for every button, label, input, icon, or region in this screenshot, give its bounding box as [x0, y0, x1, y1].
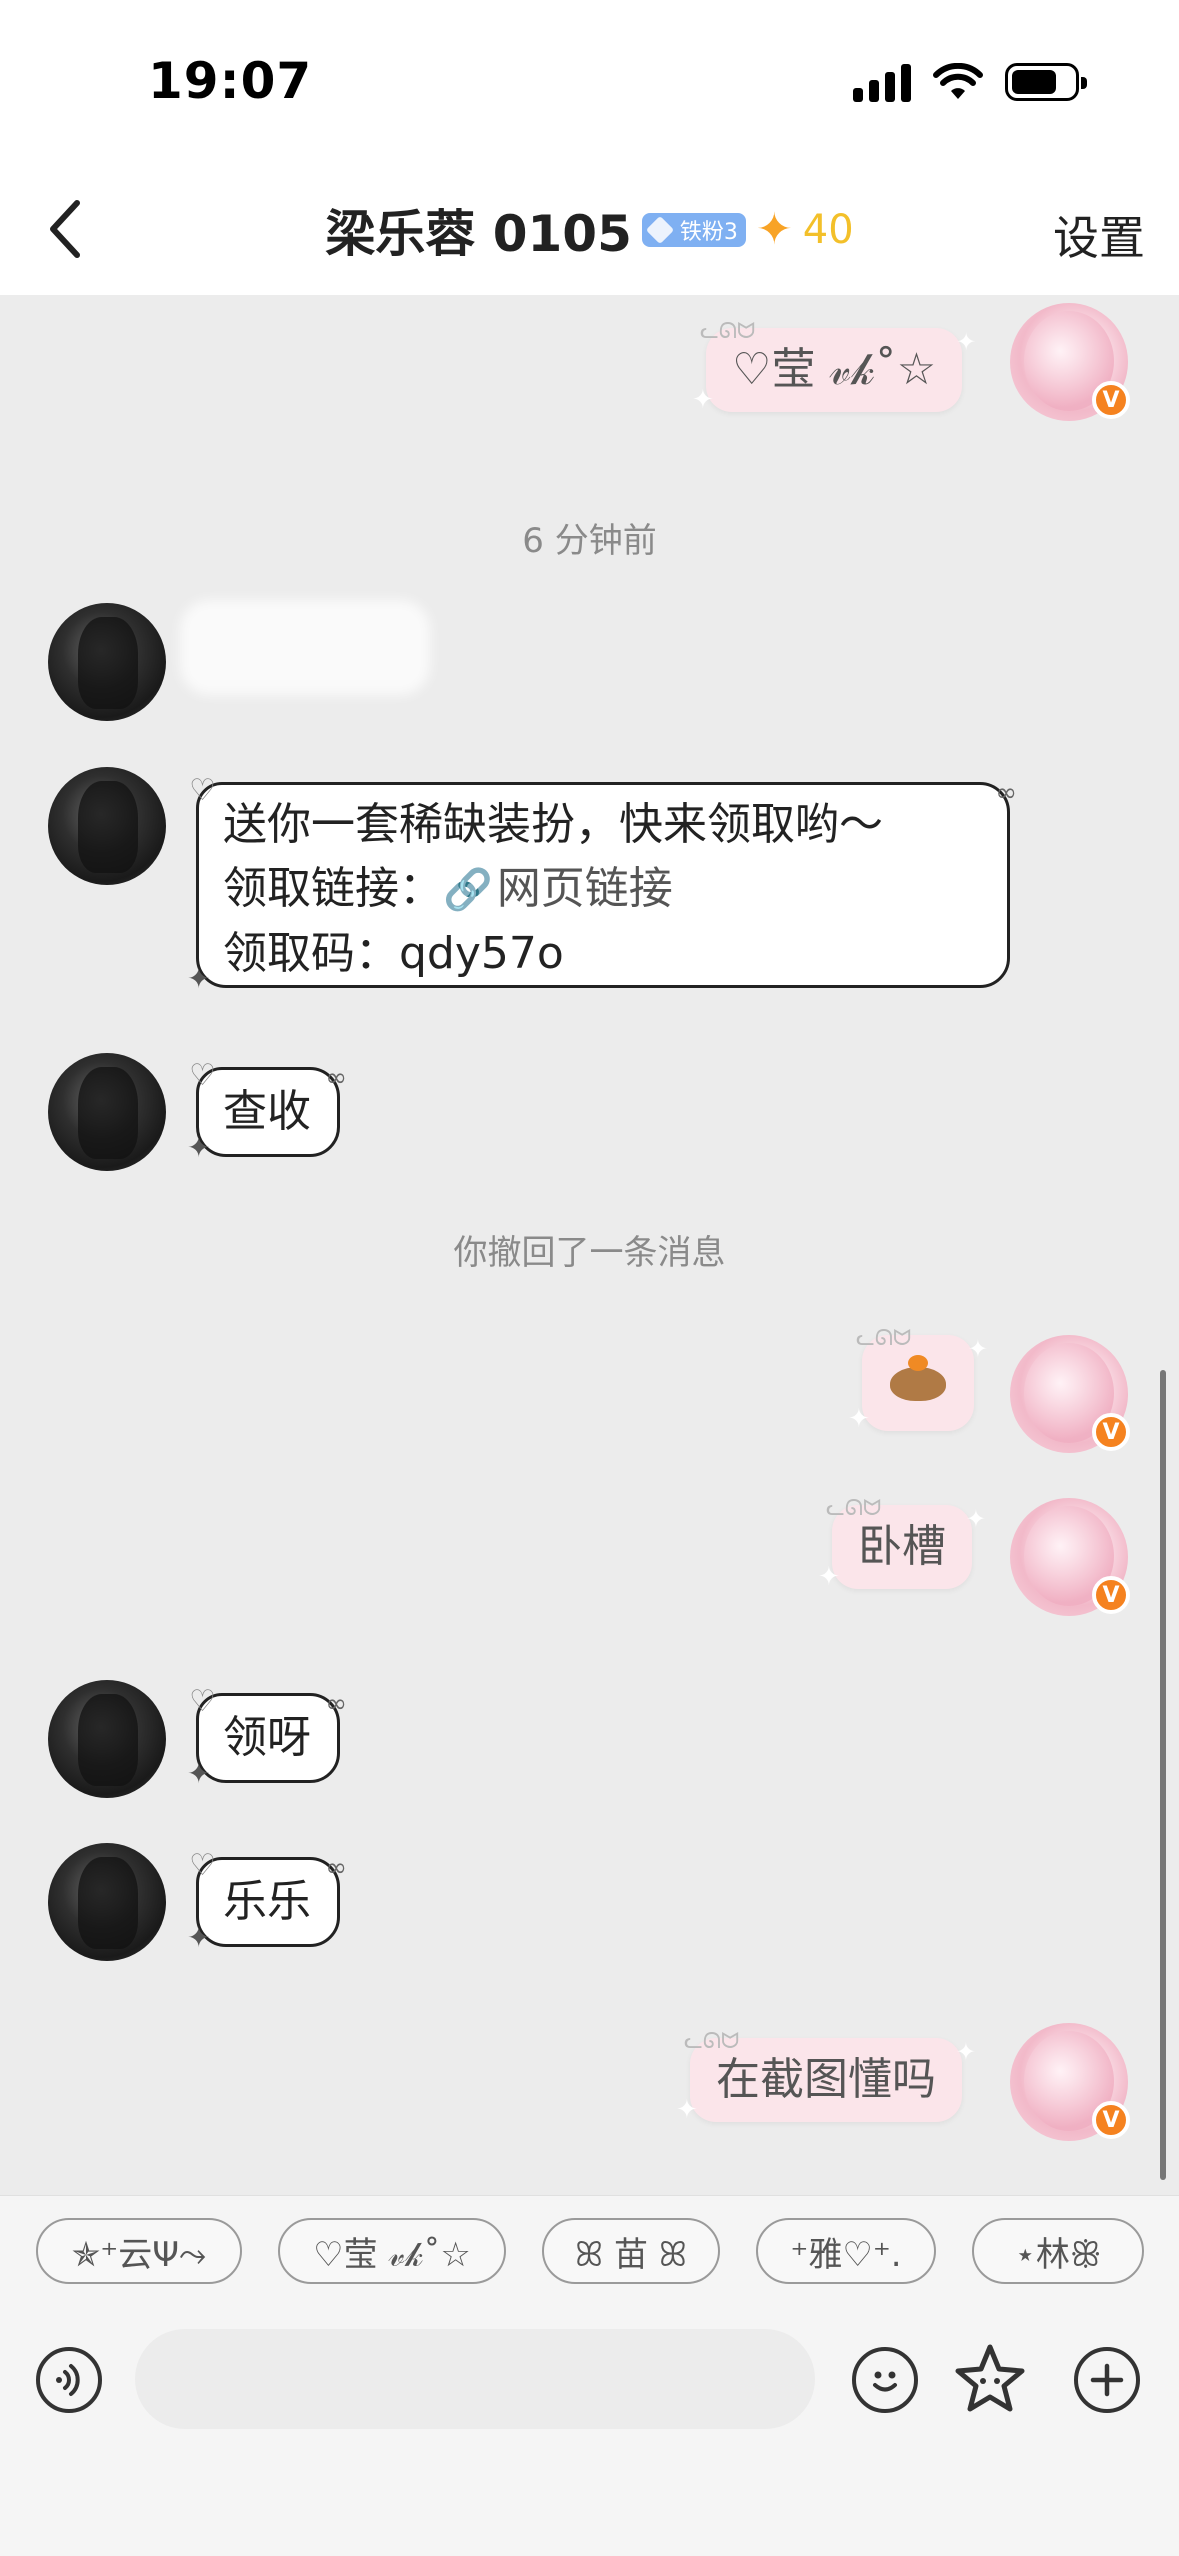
spark-count: 40 — [802, 207, 854, 253]
message-text: 送你一套稀缺装扮，快来领取哟～ — [223, 799, 883, 850]
message-link-line: 领取链接：🔗网页链接 — [223, 857, 981, 922]
message-bubble-received[interactable]: 送你一套稀缺装扮，快来领取哟～ 领取链接：🔗网页链接 领取码：qdy57o ∞ — [187, 759, 1017, 1011]
link-prefix: 领取链接： — [223, 863, 443, 914]
page-title: 梁乐蓉 0105 — [325, 205, 632, 263]
settings-button[interactable]: 设置 — [1053, 202, 1145, 268]
quick-reply-chip[interactable]: ꕤ 苗 ꕤ — [542, 2218, 720, 2284]
message-bubble-received[interactable]: 领呀 ∞ — [187, 1670, 347, 1806]
emoji-button[interactable] — [852, 2347, 918, 2413]
my-avatar[interactable]: V — [1010, 1498, 1130, 1616]
message-text: 领呀 — [223, 1712, 311, 1763]
message-text: 领取码：qdy57o — [223, 928, 564, 979]
header-title-group[interactable]: 梁乐蓉 0105 铁粉3 ✦ 40 — [0, 194, 1179, 266]
voice-icon — [56, 2364, 80, 2396]
contact-avatar[interactable] — [48, 1680, 166, 1798]
battery-icon — [1005, 63, 1087, 101]
spark-icon: ✦ — [755, 204, 793, 255]
fan-level-badge: 铁粉3 — [641, 213, 746, 247]
chat-header: 梁乐蓉 0105 铁粉3 ✦ 40 设置 — [0, 170, 1179, 295]
quick-reply-bar: ✯⁺云Ψ⤳ ♡莹 𝓋𝓀˚☆ ꕤ 苗 ꕤ ⁺雅♡⁺. ⋆林ꕥ — [0, 2195, 1179, 2326]
message-bubble-sent[interactable]: 卧槽 ✦ — [818, 1477, 986, 1609]
capybara-sticker-icon — [888, 1355, 948, 1401]
v-badge-icon: V — [1092, 2101, 1130, 2139]
sticker-button[interactable] — [952, 2341, 1028, 2417]
time-divider: 6 分钟前 — [522, 521, 657, 561]
message-text: 卧槽 — [858, 1521, 946, 1572]
message-text: 乐乐 — [223, 1876, 311, 1927]
status-bar: 19:07 — [0, 0, 1179, 170]
message-text: ♡莹 𝓋𝓀˚☆ — [732, 344, 937, 395]
message-bubble-received[interactable]: 乐乐 ∞ — [187, 1834, 347, 1970]
input-bar — [0, 2325, 1179, 2556]
quick-reply-chip[interactable]: ✯⁺云Ψ⤳ — [36, 2218, 242, 2284]
quick-reply-chip[interactable]: ♡莹 𝓋𝓀˚☆ — [278, 2218, 506, 2284]
v-badge-icon: V — [1092, 1413, 1130, 1451]
cellular-signal-icon — [853, 62, 911, 102]
my-avatar[interactable]: V — [1010, 1335, 1130, 1453]
contact-avatar[interactable] — [48, 1843, 166, 1961]
link-icon: 🔗 — [443, 867, 493, 913]
v-badge-icon: V — [1092, 381, 1130, 419]
v-badge-icon: V — [1092, 1576, 1130, 1614]
message-bubble-sent[interactable]: ✦ — [848, 1307, 988, 1451]
plus-button[interactable] — [1074, 2347, 1140, 2413]
voice-button[interactable] — [36, 2347, 102, 2413]
status-icons — [853, 62, 1087, 102]
blurred-message — [180, 600, 430, 695]
my-avatar[interactable]: V — [1010, 2023, 1130, 2141]
message-bubble-received[interactable]: 查收 ∞ — [187, 1044, 347, 1180]
status-time: 19:07 — [148, 52, 313, 110]
fan-badge-label: 铁粉3 — [679, 220, 738, 245]
diamond-icon — [645, 215, 675, 245]
contact-avatar[interactable] — [48, 767, 166, 885]
scrollbar[interactable] — [1160, 1370, 1166, 2180]
star-sticker-icon — [955, 2344, 1025, 2412]
wifi-icon — [933, 63, 983, 99]
plus-icon — [1090, 2363, 1124, 2397]
quick-reply-chip[interactable]: ⋆林ꕥ — [972, 2218, 1144, 2284]
my-avatar[interactable]: V — [1010, 303, 1130, 421]
contact-avatar[interactable] — [48, 1053, 166, 1171]
message-bubble-sent[interactable]: 在截图懂吗 ✦ — [676, 2010, 976, 2142]
message-text: 在截图懂吗 — [716, 2054, 936, 2105]
message-bubble-sent[interactable]: ♡莹 𝓋𝓀˚☆ ✦ — [692, 300, 976, 432]
contact-avatar[interactable] — [48, 603, 166, 721]
recall-notice: 你撤回了一条消息 — [453, 1233, 726, 1273]
quick-reply-chip[interactable]: ⁺雅♡⁺. — [756, 2218, 936, 2284]
web-link[interactable]: 网页链接 — [497, 863, 673, 914]
message-list[interactable]: ♡莹 𝓋𝓀˚☆ ✦ V 6 分钟前 送你一套稀缺装扮，快来领取哟～ 领取链接：🔗… — [0, 295, 1179, 2195]
message-input[interactable] — [135, 2329, 815, 2429]
emoji-icon — [873, 2371, 897, 2392]
message-text: 查收 — [223, 1086, 311, 1137]
